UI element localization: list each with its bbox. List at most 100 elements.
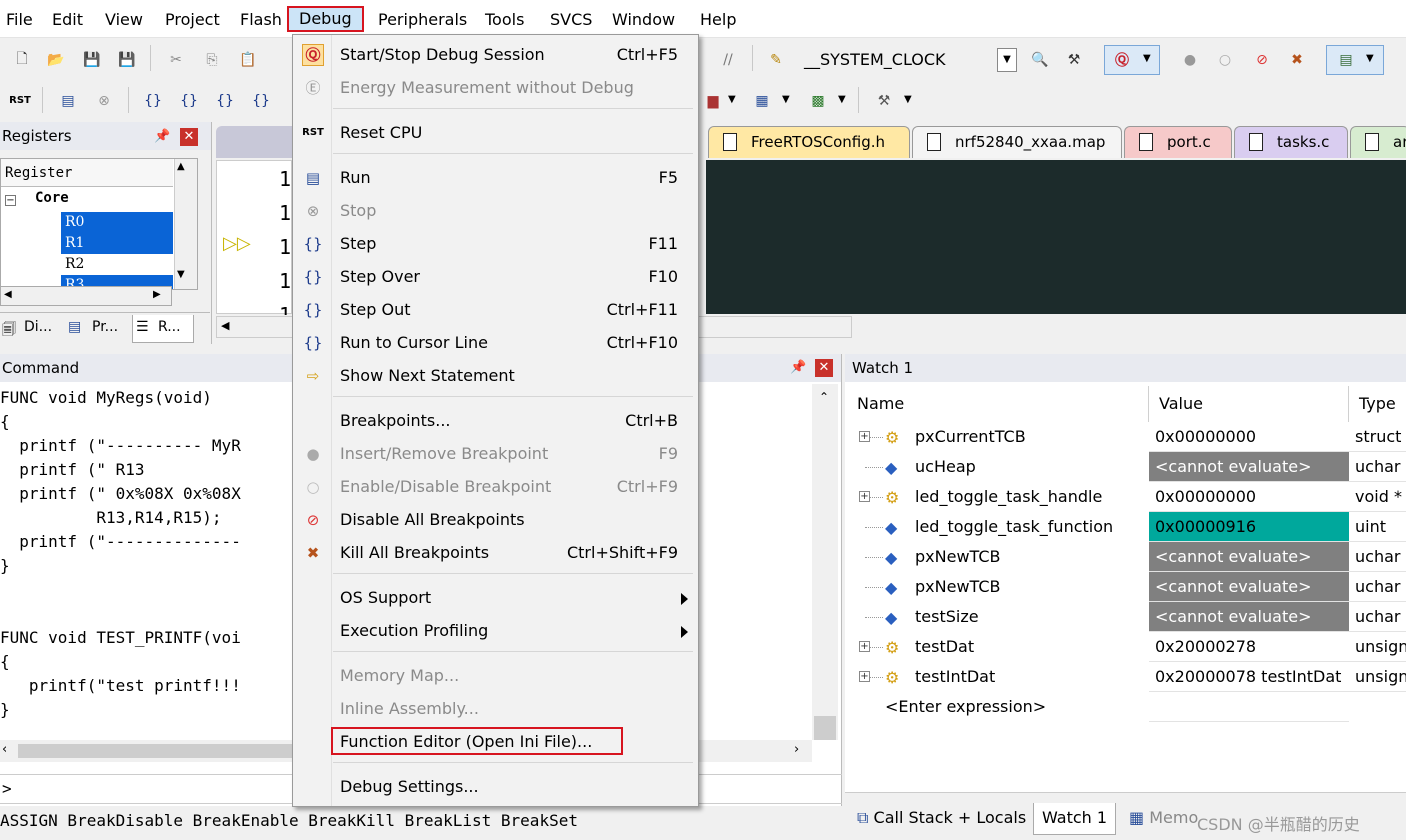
tab-freertosconfig[interactable]: FreeRTOSConfig.h (708, 126, 910, 158)
watch-value[interactable]: 0x00000000 (1149, 482, 1349, 512)
menu-item-energy-measurement[interactable]: Ⓔ Energy Measurement without Debug (293, 71, 698, 104)
editor-tab-partial[interactable] (216, 126, 298, 158)
cut-icon[interactable]: ✂ (166, 50, 186, 70)
menu-item-kill-all-breakpoints[interactable]: ✖ Kill All Breakpoints Ctrl+Shift+F9 (293, 536, 698, 569)
serial-window-icon[interactable]: ▦ (752, 91, 772, 111)
scroll-up-icon[interactable]: ⌃ (819, 390, 829, 404)
tab-map-file[interactable]: nrf52840_xxaa.map (912, 126, 1122, 158)
watch-value[interactable]: 0x20000078 testIntDat (1149, 662, 1349, 692)
kill-breakpoints-icon[interactable]: ✖ (1287, 50, 1307, 70)
watch-row[interactable]: + ⚙ testIntDat 0x20000078 testIntDat unsign (845, 662, 1406, 692)
menu-debug[interactable]: Debug (287, 6, 364, 32)
watch-value[interactable]: <cannot evaluate> (1149, 572, 1349, 602)
watch-value[interactable]: 0x00000916 (1149, 512, 1349, 542)
menu-item-execution-profiling[interactable]: Execution Profiling (293, 614, 698, 647)
menu-item-function-editor[interactable]: Function Editor (Open Ini File)... (293, 725, 698, 758)
scroll-right-icon[interactable]: ▶ (153, 289, 161, 300)
memory-window-icon[interactable]: ▆ (703, 91, 723, 111)
menu-item-start-stop-debug[interactable]: Ⓠ Start/Stop Debug Session Ctrl+F5 (293, 38, 698, 71)
code-view[interactable] (706, 160, 1406, 314)
open-folder-icon[interactable]: 📂 (46, 50, 66, 70)
disable-breakpoints-icon[interactable]: ⊘ (1252, 50, 1272, 70)
menu-item-stop[interactable]: ⊗ Stop (293, 194, 698, 227)
close-icon[interactable]: ✕ (815, 359, 833, 377)
watch-row[interactable]: + ⚙ led_toggle_task_handle 0x00000000 void * (845, 482, 1406, 512)
watch-value[interactable]: <cannot evaluate> (1149, 452, 1349, 482)
breakpoint-disabled-icon[interactable]: ○ (1215, 50, 1235, 70)
expand-icon[interactable]: + (859, 641, 870, 652)
menu-view[interactable]: View (101, 8, 147, 32)
enter-expression-row[interactable]: <Enter expression> (845, 692, 1406, 722)
menu-item-memory-map[interactable]: Memory Map... (293, 659, 698, 692)
menu-item-breakpoints[interactable]: Breakpoints... Ctrl+B (293, 404, 698, 437)
watch-row[interactable]: ◆ pxNewTCB <cannot evaluate> uchar (845, 542, 1406, 572)
breakpoint-icon[interactable]: ● (1180, 50, 1200, 70)
reset-icon[interactable]: RST (9, 91, 31, 111)
register-row[interactable]: R1 (61, 233, 173, 254)
menu-item-disable-all-breakpoints[interactable]: ⊘ Disable All Breakpoints (293, 503, 698, 536)
close-icon[interactable]: ✕ (180, 128, 198, 146)
tools-icon[interactable]: ⚒ (1064, 50, 1084, 70)
menu-item-enable-disable-breakpoint[interactable]: ○ Enable/Disable Breakpoint Ctrl+F9 (293, 470, 698, 503)
menu-svcs[interactable]: SVCS (546, 8, 596, 32)
save-all-icon[interactable]: 💾 (117, 50, 137, 70)
watch-row[interactable]: ◆ pxNewTCB <cannot evaluate> uchar (845, 572, 1406, 602)
watch-column-name[interactable]: Name (847, 386, 1149, 422)
pin-icon[interactable]: 📌 (790, 360, 806, 375)
tab-call-stack[interactable]: ⧉ Call Stack + Locals (849, 803, 1034, 835)
tab-tasks-c[interactable]: tasks.c (1234, 126, 1348, 158)
watch-value[interactable]: 0x00000000 (1149, 422, 1349, 452)
tab-memory[interactable]: ▦ Memo (1121, 803, 1206, 835)
step-icon[interactable]: {} (143, 91, 163, 111)
watch-column-value[interactable]: Value (1149, 386, 1349, 422)
register-row[interactable]: R2 (61, 254, 173, 275)
toolbox-icon[interactable]: ⚒ (874, 91, 894, 111)
watch-row[interactable]: + ⚙ pxCurrentTCB 0x00000000struct t (845, 422, 1406, 452)
watch-value[interactable]: 0x20000278 (1149, 632, 1349, 662)
save-icon[interactable]: 💾 (82, 50, 102, 70)
tab-disassembly[interactable]: Di... (24, 319, 52, 335)
menu-window[interactable]: Window (608, 8, 679, 32)
expand-icon[interactable]: + (859, 491, 870, 502)
step-over-icon[interactable]: {} (179, 91, 199, 111)
register-row[interactable]: R0 (61, 212, 173, 233)
expand-icon[interactable]: + (859, 431, 870, 442)
enter-expression-label[interactable]: <Enter expression> (885, 692, 1046, 722)
menu-peripherals[interactable]: Peripherals (374, 8, 471, 32)
menu-help[interactable]: Help (696, 8, 740, 32)
menu-item-step-over[interactable]: {} Step Over F10 (293, 260, 698, 293)
watch-value[interactable]: <cannot evaluate> (1149, 542, 1349, 572)
tab-port-c[interactable]: port.c (1124, 126, 1232, 158)
menu-item-reset-cpu[interactable]: RST Reset CPU (293, 116, 698, 149)
analysis-window-icon[interactable]: ▩ (808, 91, 828, 111)
menu-file[interactable]: File (2, 8, 37, 32)
menu-item-step-out[interactable]: {} Step Out Ctrl+F11 (293, 293, 698, 326)
collapse-icon[interactable]: − (5, 195, 16, 206)
watch-row[interactable]: ◆ led_toggle_task_function 0x00000916 uint (845, 512, 1406, 542)
new-file-icon[interactable]: 🗋 (12, 50, 32, 70)
comment-icon[interactable]: // (718, 50, 738, 70)
command-vertical-scrollbar[interactable]: ⌃ (812, 384, 838, 740)
expand-icon[interactable]: + (859, 671, 870, 682)
tab-project[interactable]: Pr... (92, 319, 118, 335)
menu-item-inline-assembly[interactable]: Inline Assembly... (293, 692, 698, 725)
menu-item-insert-remove-breakpoint[interactable]: ● Insert/Remove Breakpoint F9 (293, 437, 698, 470)
menu-item-debug-settings[interactable]: Debug Settings... (293, 770, 698, 803)
scroll-left-icon[interactable]: ◀ (4, 289, 12, 300)
watch-row[interactable]: ◆ ucHeap <cannot evaluate> uchar (845, 452, 1406, 482)
scroll-down-icon[interactable]: ▼ (177, 269, 185, 280)
watch-value[interactable]: <cannot evaluate> (1149, 602, 1349, 632)
combo-dropdown-icon[interactable]: ▼ (997, 48, 1017, 72)
menu-item-show-next-statement[interactable]: ⇨ Show Next Statement (293, 359, 698, 392)
step-out-icon[interactable]: {} (215, 91, 235, 111)
menu-item-step[interactable]: {} Step F11 (293, 227, 698, 260)
menu-item-run-to-cursor[interactable]: {} Run to Cursor Line Ctrl+F10 (293, 326, 698, 359)
watch-row[interactable]: ◆ testSize <cannot evaluate> uchar (845, 602, 1406, 632)
scroll-left-icon[interactable]: ◀ (221, 319, 229, 332)
register-column-header[interactable]: Register (1, 159, 173, 187)
stop-icon[interactable]: ⊗ (94, 91, 114, 111)
run-icon[interactable]: ▤ (58, 91, 78, 111)
pin-icon[interactable]: 📌 (154, 129, 170, 144)
tab-more[interactable]: ar (1350, 126, 1406, 158)
scroll-thumb[interactable] (814, 716, 836, 740)
